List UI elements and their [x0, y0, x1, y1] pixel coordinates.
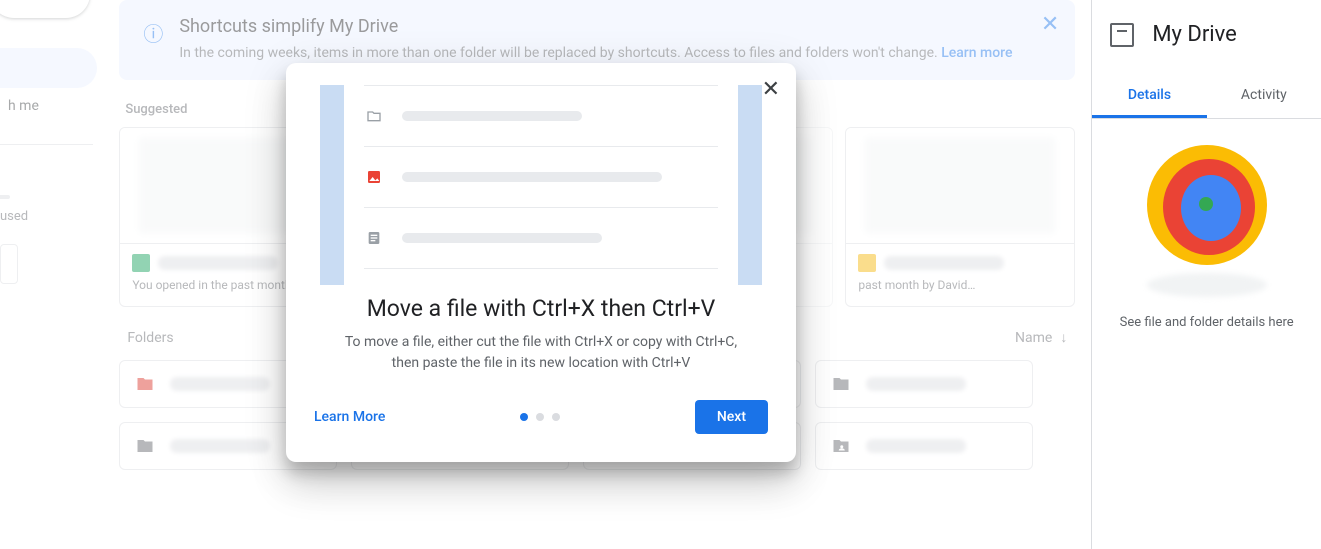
dot-3[interactable]	[552, 413, 560, 421]
modal-description: To move a file, either cut the file with…	[286, 332, 796, 374]
modal-scrim: ✕ Move a file with Ctrl+X then Ctrl+V To…	[0, 0, 1082, 549]
modal-close-icon[interactable]: ✕	[762, 77, 780, 102]
details-illustration	[1092, 145, 1321, 265]
dot-1[interactable]	[520, 413, 528, 421]
doc-icon	[364, 230, 384, 246]
details-panel: My Drive Details Activity See file and f…	[1091, 0, 1321, 549]
folder-outline-icon	[364, 108, 384, 124]
onboarding-modal: ✕ Move a file with Ctrl+X then Ctrl+V To…	[286, 63, 796, 462]
details-title: My Drive	[1152, 22, 1237, 47]
drive-icon	[1110, 23, 1134, 47]
dot-2[interactable]	[536, 413, 544, 421]
tab-details[interactable]: Details	[1092, 75, 1206, 118]
image-icon	[364, 169, 384, 185]
next-button[interactable]: Next	[695, 400, 768, 434]
modal-illustration	[320, 85, 762, 269]
pagination-dots	[520, 413, 560, 421]
tab-activity[interactable]: Activity	[1207, 75, 1321, 118]
modal-learn-more-link[interactable]: Learn More	[314, 409, 385, 425]
details-hint: See file and folder details here	[1092, 315, 1321, 330]
modal-title: Move a file with Ctrl+X then Ctrl+V	[310, 295, 772, 322]
